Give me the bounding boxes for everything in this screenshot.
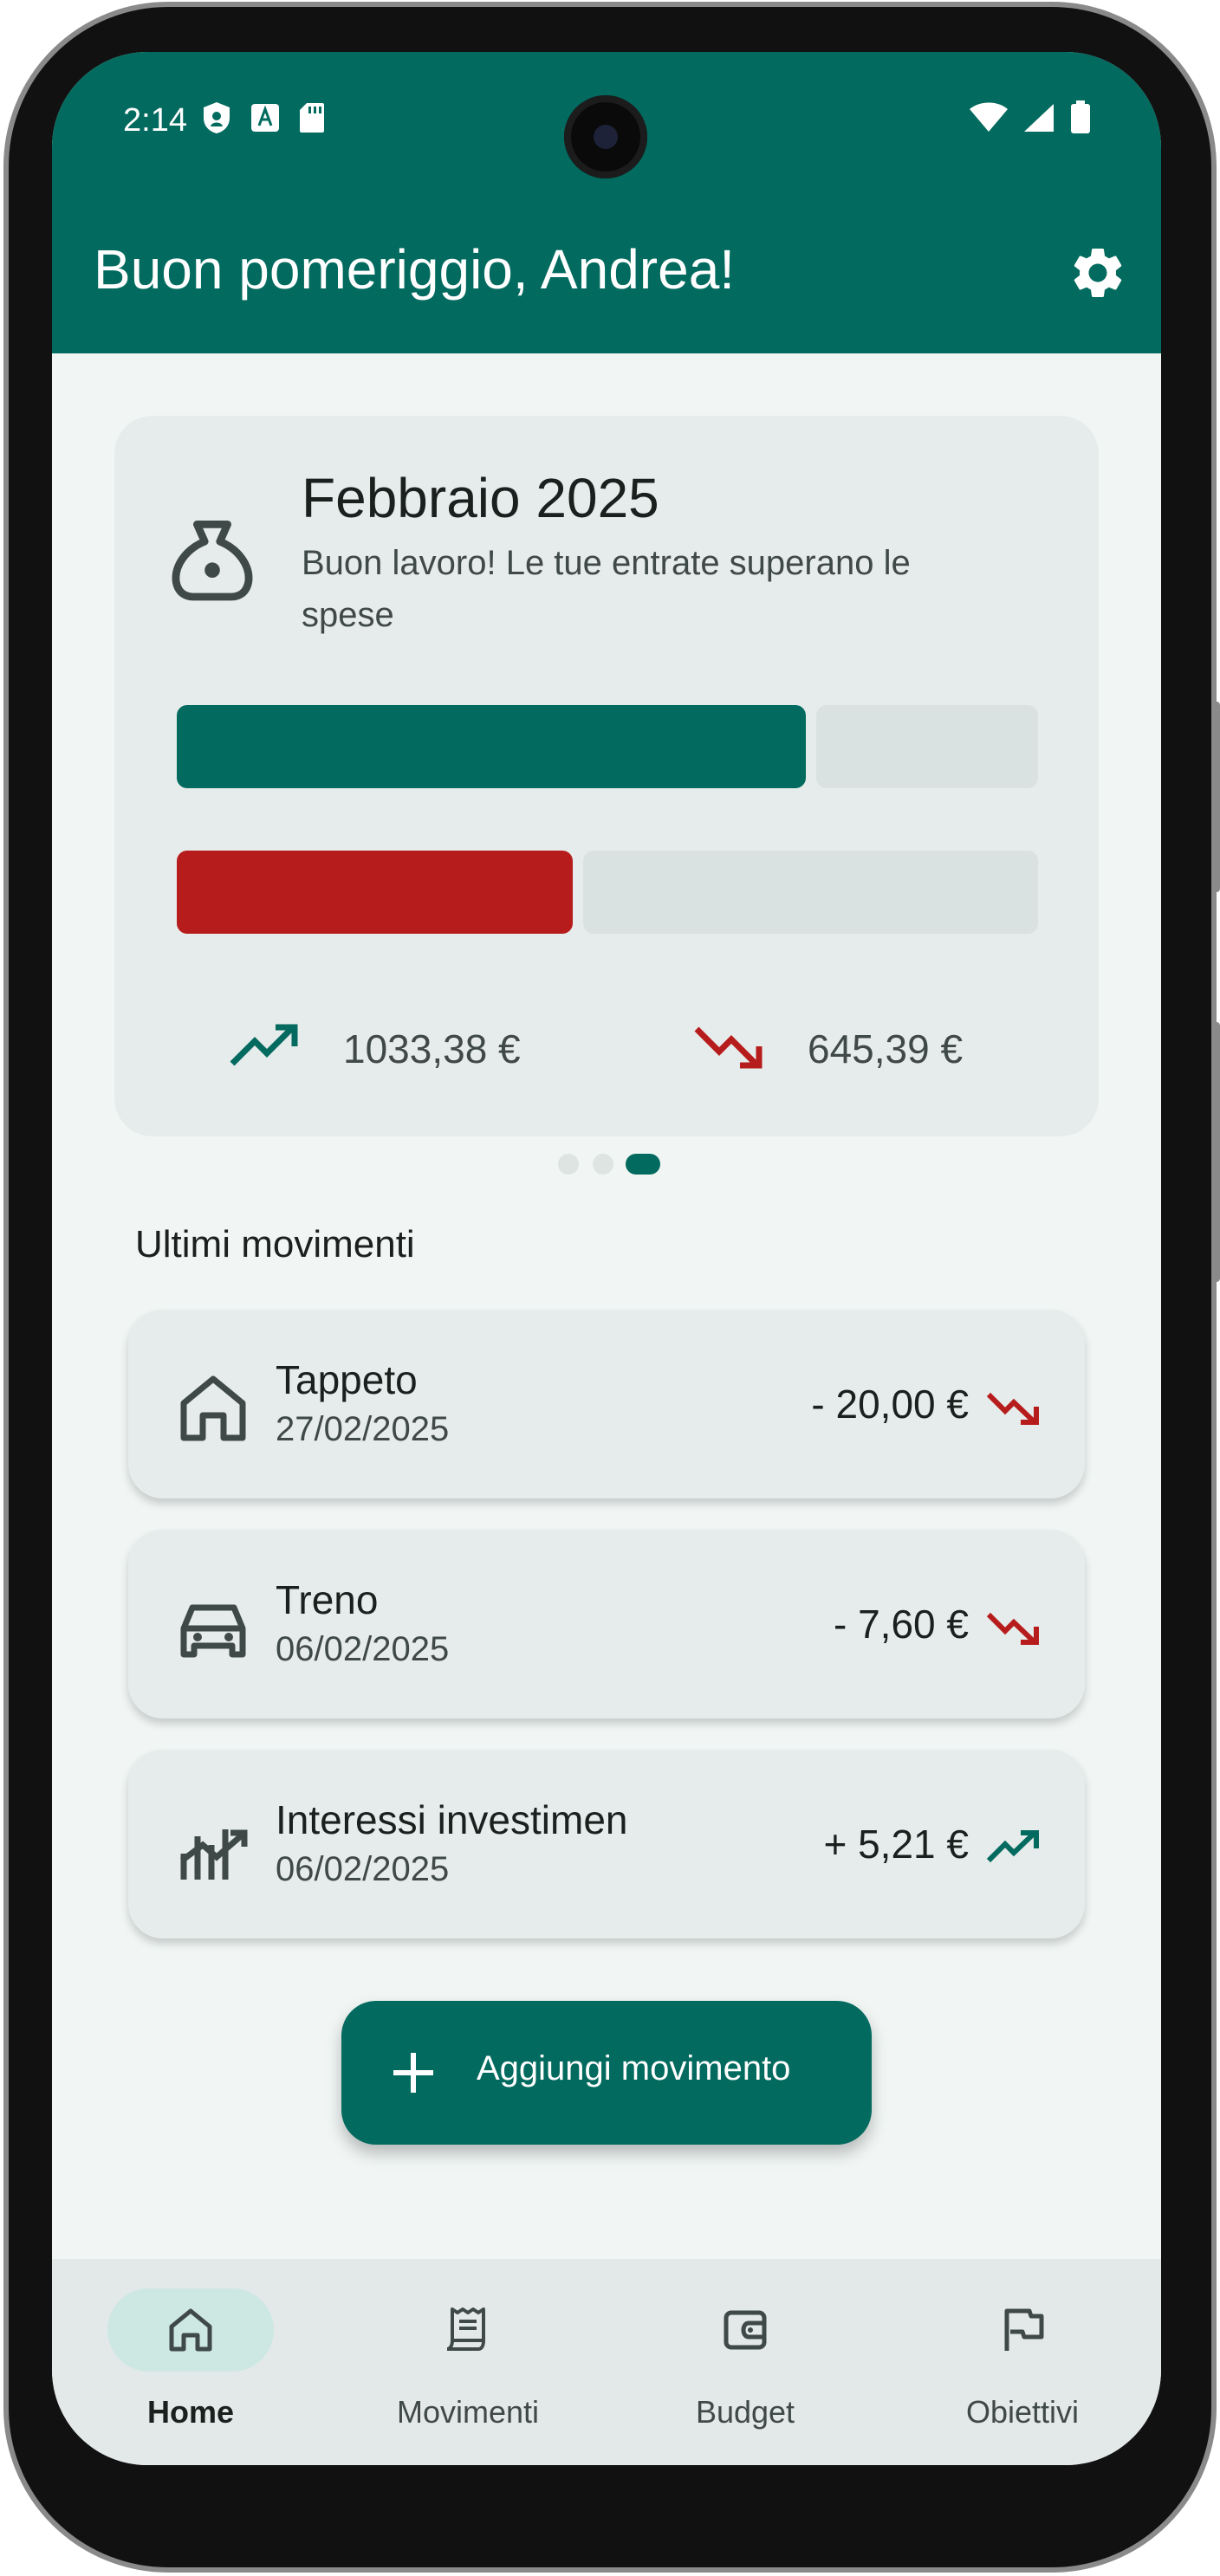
transaction-date: 06/02/2025 [276,1630,450,1668]
recent-transactions-title: Ultimi movimenti [135,1223,415,1265]
transaction-date: 27/02/2025 [276,1410,450,1448]
transaction-amount: + 5,21 € [823,1822,969,1867]
nav-item-budget[interactable]: Budget [607,2259,884,2465]
summary-month-title: Febbraio 2025 [302,467,659,529]
transaction-item[interactable]: Interessi investimen 06/02/2025 + 5,21 € [128,1750,1085,1938]
nav-label-budget: Budget [695,2394,795,2430]
bottom-navigation: Home Movimenti Budget Obiettivi [52,2259,1161,2465]
pager-dot-1[interactable] [558,1154,579,1175]
status-time: 2:14 [123,102,187,139]
trending-up-icon [986,1830,1039,1863]
trending-down-icon [694,1026,762,1069]
car-icon [180,1604,246,1658]
income-bar [177,705,1038,788]
add-transaction-label: Aggiungi movimento [477,2049,791,2087]
status-right-icons [969,100,1092,135]
expense-bar-track [583,851,1038,934]
plus-icon [393,2053,433,2093]
app-screen: 2:14 Buon pomeriggio, Andrea! Febbraio 2… [52,52,1161,2465]
status-left-icons [201,100,326,135]
nav-label-home: Home [146,2394,235,2430]
nav-label-obiettivi: Obiettivi [965,2394,1080,2430]
receipt-icon [446,2307,485,2351]
transaction-item[interactable]: Tappeto 27/02/2025 - 20,00 € [128,1310,1085,1498]
transaction-item[interactable]: Treno 06/02/2025 - 7,60 € [128,1530,1085,1718]
sd-card-icon [300,103,324,133]
income-total: 1033,38 € [343,1026,521,1071]
nav-item-home[interactable]: Home [52,2259,329,2465]
trending-up-icon [230,1024,298,1066]
nav-item-movimenti[interactable]: Movimenti [329,2259,607,2465]
summary-pager-dots[interactable] [52,1154,1161,1175]
nav-label-movimenti: Movimenti [396,2394,540,2430]
battery-icon [1071,100,1090,133]
income-bar-track [816,705,1038,788]
phone-side-button-1 [1213,702,1220,892]
trending-down-icon [986,1612,1039,1645]
home-icon [180,1375,246,1441]
transaction-name: Interessi investimen [276,1797,628,1842]
pager-dot-3[interactable] [626,1154,660,1175]
transaction-name: Treno [276,1577,379,1622]
chart-icon [179,1829,248,1880]
trending-down-icon [986,1392,1039,1425]
greeting-title: Buon pomeriggio, Andrea! [94,238,736,301]
front-camera [564,95,647,178]
wifi-icon [970,102,1008,132]
signal-icon [1024,104,1054,132]
nav-item-obiettivi[interactable]: Obiettivi [884,2259,1161,2465]
shield-icon [204,102,230,133]
add-transaction-button[interactable]: Aggiungi movimento [341,2001,872,2145]
home-icon [169,2308,212,2352]
translate-icon [251,104,279,132]
transaction-date: 06/02/2025 [276,1850,450,1888]
monthly-summary-card[interactable]: Febbraio 2025 Buon lavoro! Le tue entrat… [114,416,1099,1136]
flag-icon [1004,2308,1044,2351]
phone-side-button-2 [1213,1022,1220,1282]
expense-bar-fill [177,851,573,934]
gear-icon[interactable] [1068,243,1128,303]
summary-message: Buon lavoro! Le tue entrate superano le … [302,544,911,634]
pager-dot-2[interactable] [593,1154,613,1175]
transaction-amount: - 7,60 € [834,1602,969,1647]
transaction-name: Tappeto [276,1357,418,1402]
wallet-icon [724,2310,767,2350]
transaction-amount: - 20,00 € [811,1382,969,1427]
money-bag-icon [172,521,253,601]
income-bar-fill [177,705,806,788]
expense-bar [177,851,1038,934]
expense-total: 645,39 € [808,1026,964,1071]
